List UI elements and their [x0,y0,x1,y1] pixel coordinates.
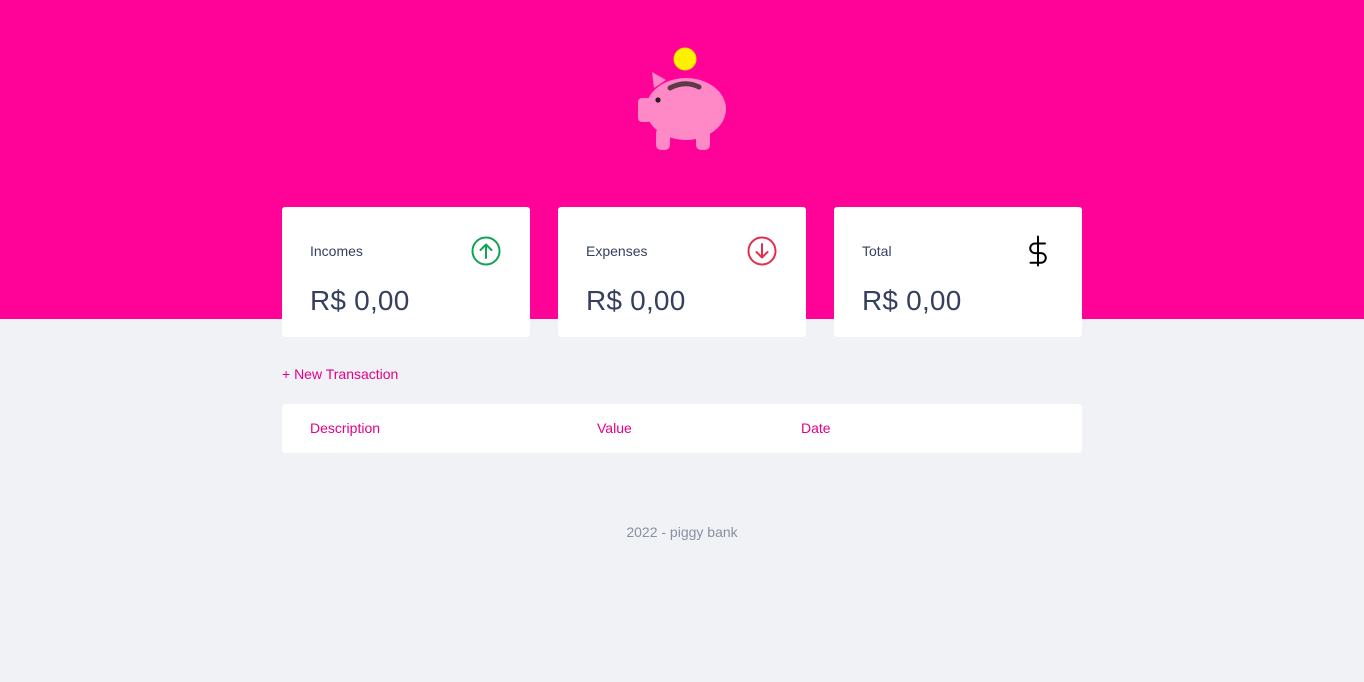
footer-text: 2022 - piggy bank [626,524,738,540]
arrow-up-circle-icon [471,236,501,266]
column-header-date: Date [801,420,831,436]
expenses-value: R$ 0,00 [586,285,686,316]
total-value: R$ 0,00 [862,285,962,316]
incomes-card: Incomes R$ 0,00 [282,207,530,337]
arrow-down-circle-icon [747,236,777,266]
incomes-value: R$ 0,00 [310,285,410,316]
incomes-label: Incomes [310,243,363,259]
expenses-label: Expenses [586,243,648,259]
total-card: Total R$ 0,00 [834,207,1082,337]
piggy-bank-logo-icon [638,47,726,150]
column-header-value: Value [597,420,632,436]
transactions-table: Description Value Date [282,404,1082,453]
summary-cards: Incomes R$ 0,00 Expenses R$ 0,00 Total R… [282,207,1082,337]
new-transaction-button[interactable]: + New Transaction [282,366,398,382]
column-header-description: Description [310,420,381,436]
dollar-sign-icon [1029,235,1047,267]
expenses-card: Expenses R$ 0,00 [558,207,806,337]
total-label: Total [862,243,892,259]
